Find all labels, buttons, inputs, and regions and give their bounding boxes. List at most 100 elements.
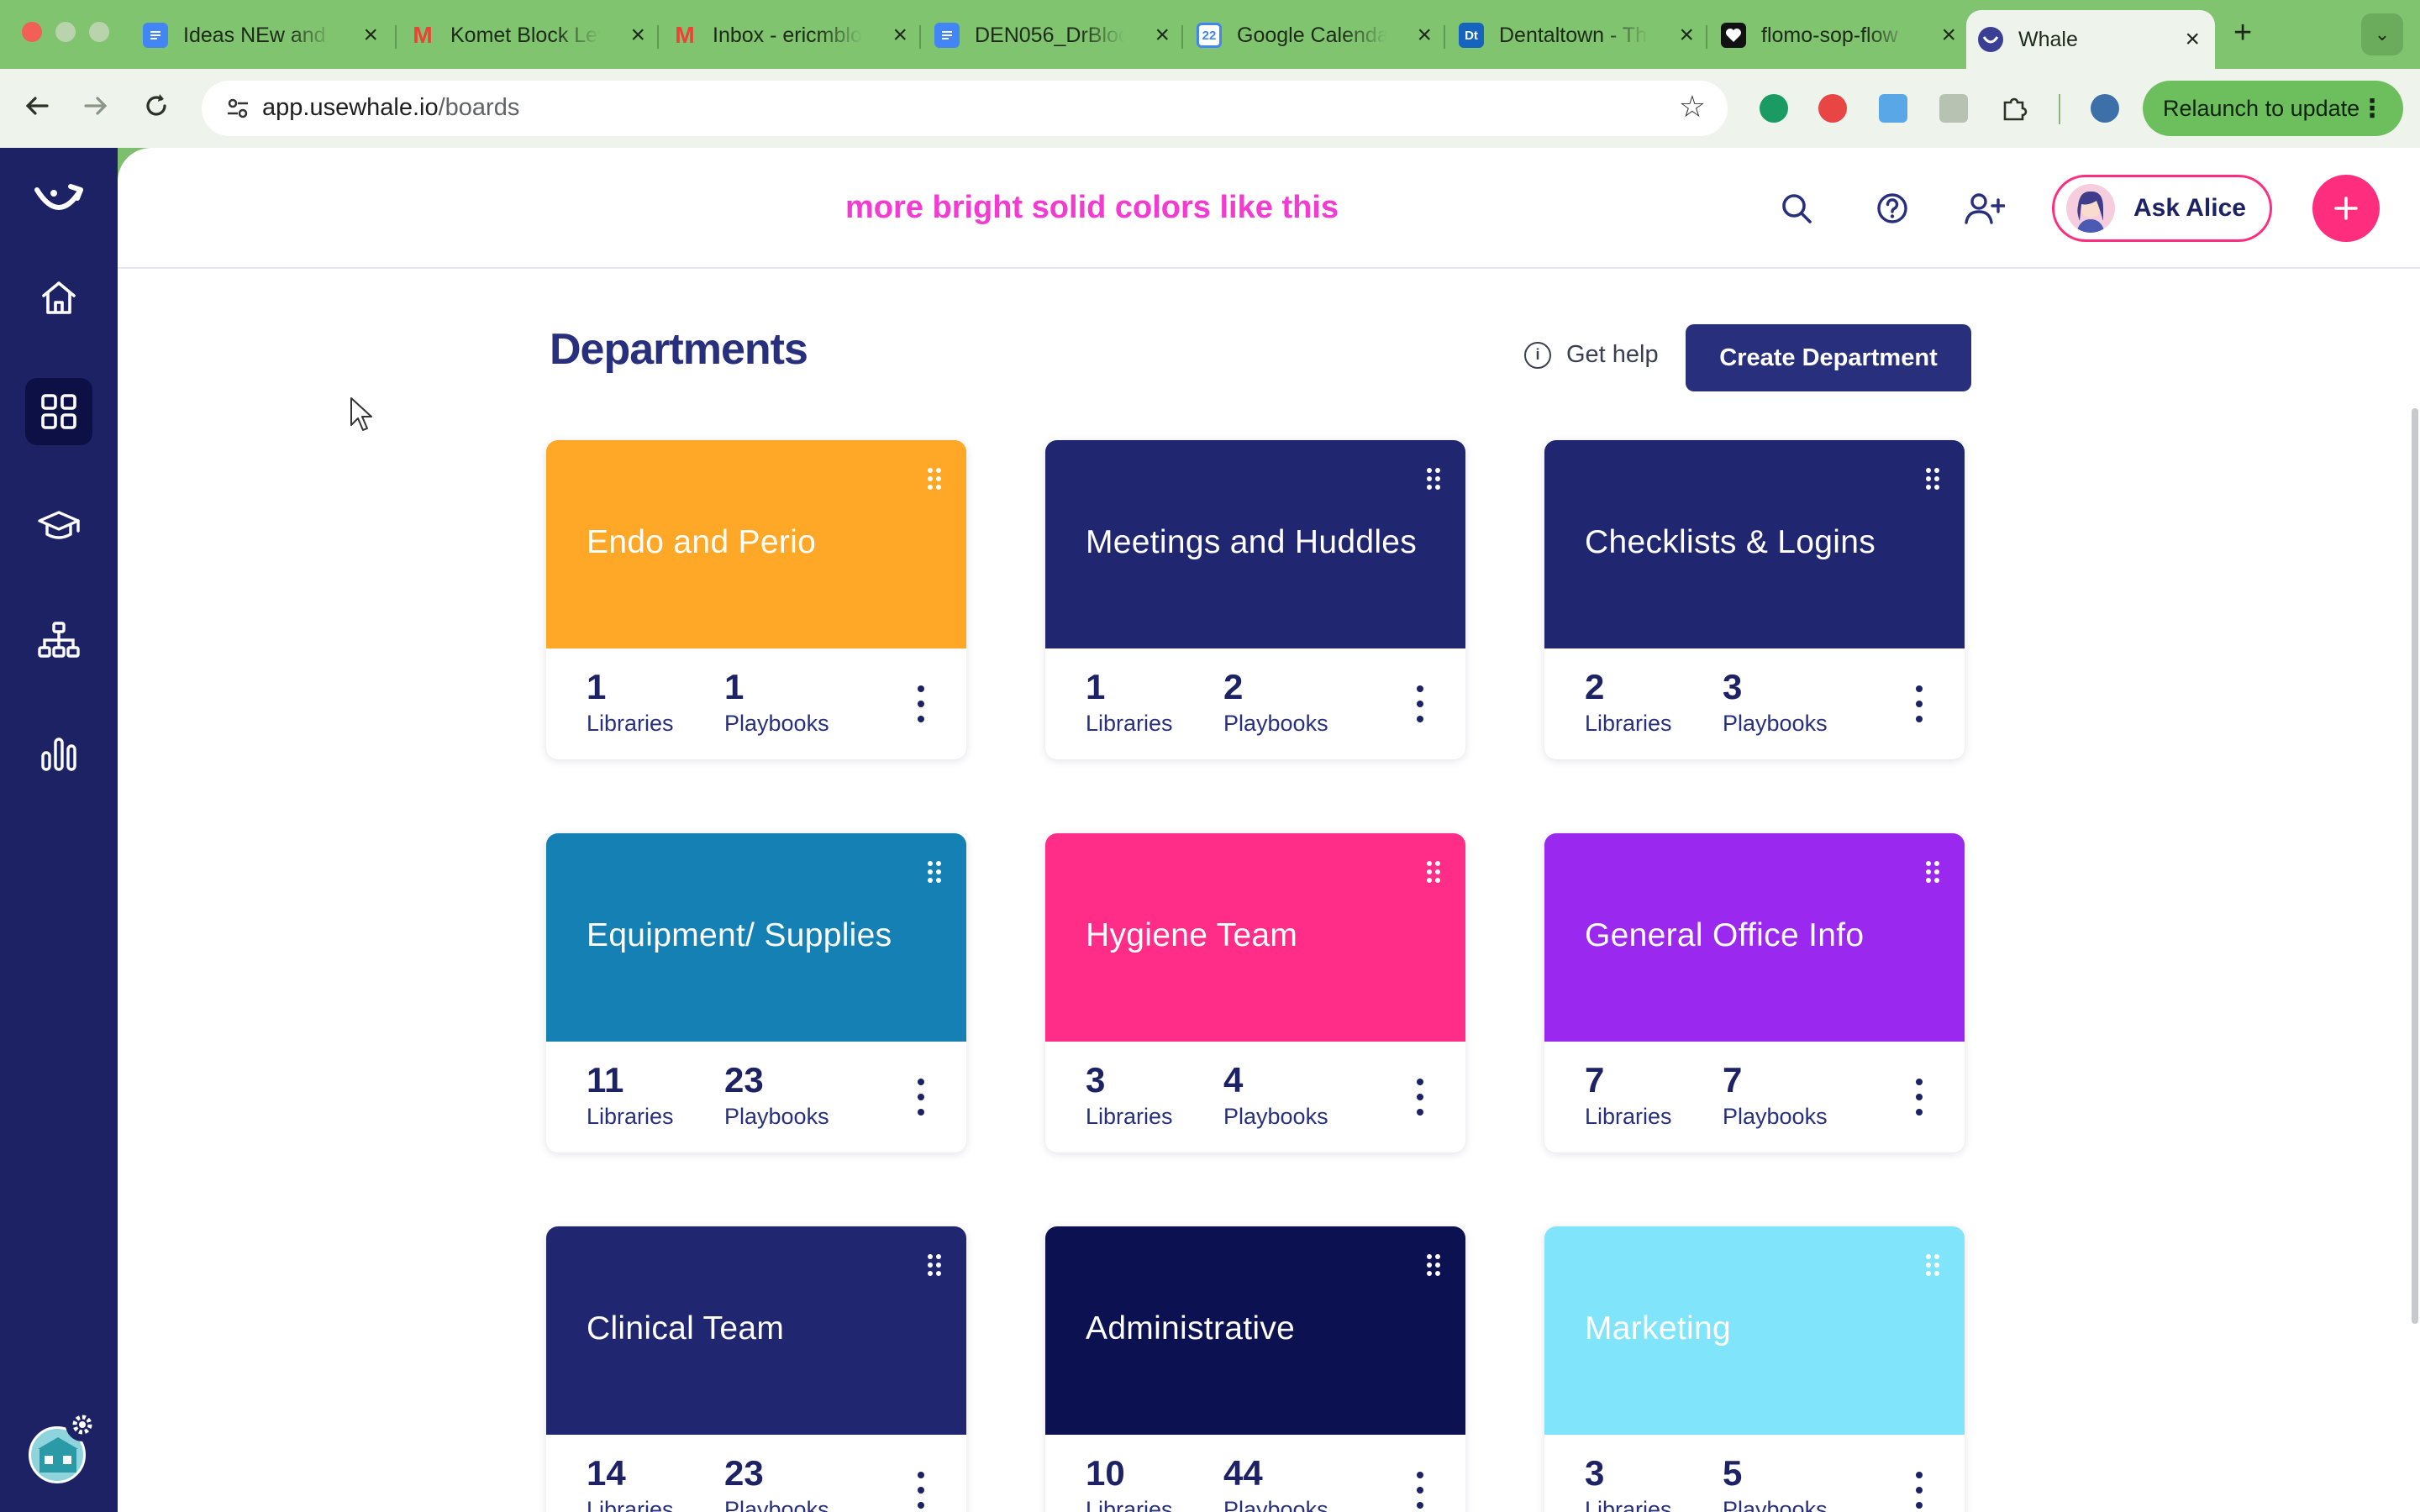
extension-clipboard-icon[interactable] xyxy=(1939,94,1968,123)
department-card[interactable]: Meetings and Huddles 1 Libraries 2 Playbooks xyxy=(1045,440,1465,759)
drag-handle-icon[interactable] xyxy=(926,860,943,884)
address-bar[interactable]: app.usewhale.io/boards ☆ xyxy=(202,81,1728,136)
drag-handle-icon[interactable] xyxy=(926,1253,943,1277)
home-icon[interactable] xyxy=(25,264,92,331)
playbooks-label: Playbooks xyxy=(724,1104,829,1129)
reload-icon[interactable] xyxy=(141,91,171,129)
department-name: Endo and Perio xyxy=(587,524,817,560)
tab-close-icon[interactable]: × xyxy=(363,21,378,50)
create-plus-button[interactable] xyxy=(2312,175,2380,242)
libraries-stat: 1 Libraries xyxy=(1086,667,1173,737)
new-tab-icon[interactable]: + xyxy=(2233,15,2252,51)
browser-tab[interactable]: M Inbox - ericmblock × xyxy=(660,12,923,59)
more-options-icon[interactable] xyxy=(1914,1079,1924,1116)
page-scrollbar[interactable] xyxy=(2412,408,2418,1324)
department-name: Meetings and Huddles xyxy=(1086,524,1418,560)
browser-tab[interactable]: flomo-sop-flow × xyxy=(1709,12,1971,59)
department-card[interactable]: Marketing 3 Libraries 5 Playbooks xyxy=(1544,1226,1965,1512)
drag-handle-icon[interactable] xyxy=(1425,467,1442,491)
libraries-label: Libraries xyxy=(1585,1497,1672,1512)
more-options-icon[interactable] xyxy=(916,1079,926,1116)
whale-logo-icon[interactable] xyxy=(25,165,92,232)
relaunch-to-update-button[interactable]: Relaunch to update ⋮ xyxy=(2143,81,2403,136)
drag-handle-icon[interactable] xyxy=(1425,1253,1442,1277)
tab-divider xyxy=(1181,25,1183,49)
drag-handle-icon[interactable] xyxy=(1924,467,1941,491)
site-settings-icon[interactable] xyxy=(225,96,250,121)
department-card[interactable]: Endo and Perio 1 Libraries 1 Playbooks xyxy=(546,440,966,759)
extension-red-icon[interactable] xyxy=(1818,94,1847,123)
back-arrow-icon[interactable] xyxy=(22,91,52,129)
search-icon[interactable] xyxy=(1775,186,1818,230)
department-card[interactable]: Equipment/ Supplies 11 Libraries 23 Playbook… xyxy=(546,833,966,1152)
libraries-stat: 3 Libraries xyxy=(1585,1453,1672,1512)
extension-blue-icon[interactable] xyxy=(1879,94,1907,123)
more-options-icon[interactable] xyxy=(1415,685,1425,722)
extensions-puzzle-icon[interactable] xyxy=(2000,94,2028,123)
boards-grid-icon[interactable] xyxy=(25,378,92,445)
window-zoom-button[interactable] xyxy=(89,22,109,42)
tab-close-icon[interactable]: × xyxy=(1679,21,1694,50)
tab-close-icon[interactable]: × xyxy=(2185,25,2200,54)
browser-tab[interactable]: M Komet Block Levels × xyxy=(398,12,660,59)
department-card[interactable]: Administrative 10 Libraries 44 Playbooks xyxy=(1045,1226,1465,1512)
card-color-header: Checklists & Logins xyxy=(1544,440,1965,648)
more-options-icon[interactable] xyxy=(1914,685,1924,722)
bookmark-star-icon[interactable]: ☆ xyxy=(1679,89,1706,124)
libraries-label: Libraries xyxy=(587,711,674,736)
department-name: Hygiene Team xyxy=(1086,917,1298,953)
tab-close-icon[interactable]: × xyxy=(1417,21,1432,50)
more-options-icon[interactable] xyxy=(916,685,926,722)
tab-close-icon[interactable]: × xyxy=(630,21,645,50)
browser-tab[interactable]: Ideas NEw and old × xyxy=(131,12,393,59)
drag-handle-icon[interactable] xyxy=(1425,860,1442,884)
libraries-label: Libraries xyxy=(1086,1497,1173,1512)
forward-arrow-icon[interactable] xyxy=(81,91,111,129)
tab-close-icon[interactable]: × xyxy=(892,21,908,50)
gear-icon[interactable] xyxy=(66,1408,99,1441)
more-options-icon[interactable] xyxy=(916,1472,926,1509)
more-options-icon[interactable] xyxy=(1914,1472,1924,1509)
grammarly-extension-icon[interactable] xyxy=(1760,94,1788,123)
browser-tab-active[interactable]: Whale × xyxy=(1966,10,2215,69)
tab-close-icon[interactable]: × xyxy=(1941,21,1956,50)
department-card[interactable]: General Office Info 7 Libraries 7 Playbooks xyxy=(1544,833,1965,1152)
browser-tab[interactable]: DEN056_DrBlock × xyxy=(923,12,1185,59)
tab-divider xyxy=(657,25,659,49)
libraries-label: Libraries xyxy=(587,1104,674,1129)
add-user-icon[interactable] xyxy=(1963,186,2007,230)
libraries-stat: 2 Libraries xyxy=(1585,667,1672,737)
department-card[interactable]: Checklists & Logins 2 Libraries 3 Playbooks xyxy=(1544,440,1965,759)
department-card[interactable]: Clinical Team 14 Libraries 23 Playbooks xyxy=(546,1226,966,1512)
org-chart-icon[interactable] xyxy=(25,606,92,674)
graduation-cap-icon[interactable] xyxy=(25,492,92,559)
window-close-button[interactable] xyxy=(22,22,42,42)
department-name: Administrative xyxy=(1086,1310,1296,1347)
libraries-label: Libraries xyxy=(1585,711,1672,736)
help-circle-icon[interactable] xyxy=(1870,186,1914,230)
alice-avatar xyxy=(2066,184,2115,233)
tab-title: Ideas NEw and old xyxy=(183,23,333,47)
tab-title: Inbox - ericmblock xyxy=(713,23,862,47)
drag-handle-icon[interactable] xyxy=(1924,1253,1941,1277)
department-card[interactable]: Hygiene Team 3 Libraries 4 Playbooks xyxy=(1045,833,1465,1152)
tab-search-chevron-icon[interactable]: ⌄ xyxy=(2361,13,2403,55)
window-minimize-button[interactable] xyxy=(55,22,76,42)
profile-avatar[interactable] xyxy=(2091,94,2119,123)
drag-handle-icon[interactable] xyxy=(1924,860,1941,884)
get-help-link[interactable]: i Get help xyxy=(1524,341,1659,369)
chrome-menu-icon[interactable]: ⋮ xyxy=(2360,94,2385,123)
tab-close-icon[interactable]: × xyxy=(1155,21,1170,50)
browser-tab[interactable]: Dt Dentaltown - The × xyxy=(1447,12,1709,59)
department-name: Clinical Team xyxy=(587,1310,785,1347)
tab-divider xyxy=(919,25,921,49)
analytics-bars-icon[interactable] xyxy=(25,721,92,788)
playbooks-stat: 3 Playbooks xyxy=(1723,667,1828,737)
more-options-icon[interactable] xyxy=(1415,1472,1425,1509)
browser-tab[interactable]: 22 Google Calendar × xyxy=(1185,12,1447,59)
more-options-icon[interactable] xyxy=(1415,1079,1425,1116)
drag-handle-icon[interactable] xyxy=(926,467,943,491)
ask-alice-button[interactable]: Ask Alice xyxy=(2052,175,2272,242)
playbooks-stat: 1 Playbooks xyxy=(724,667,829,737)
create-department-button[interactable]: Create Department xyxy=(1686,324,1971,391)
